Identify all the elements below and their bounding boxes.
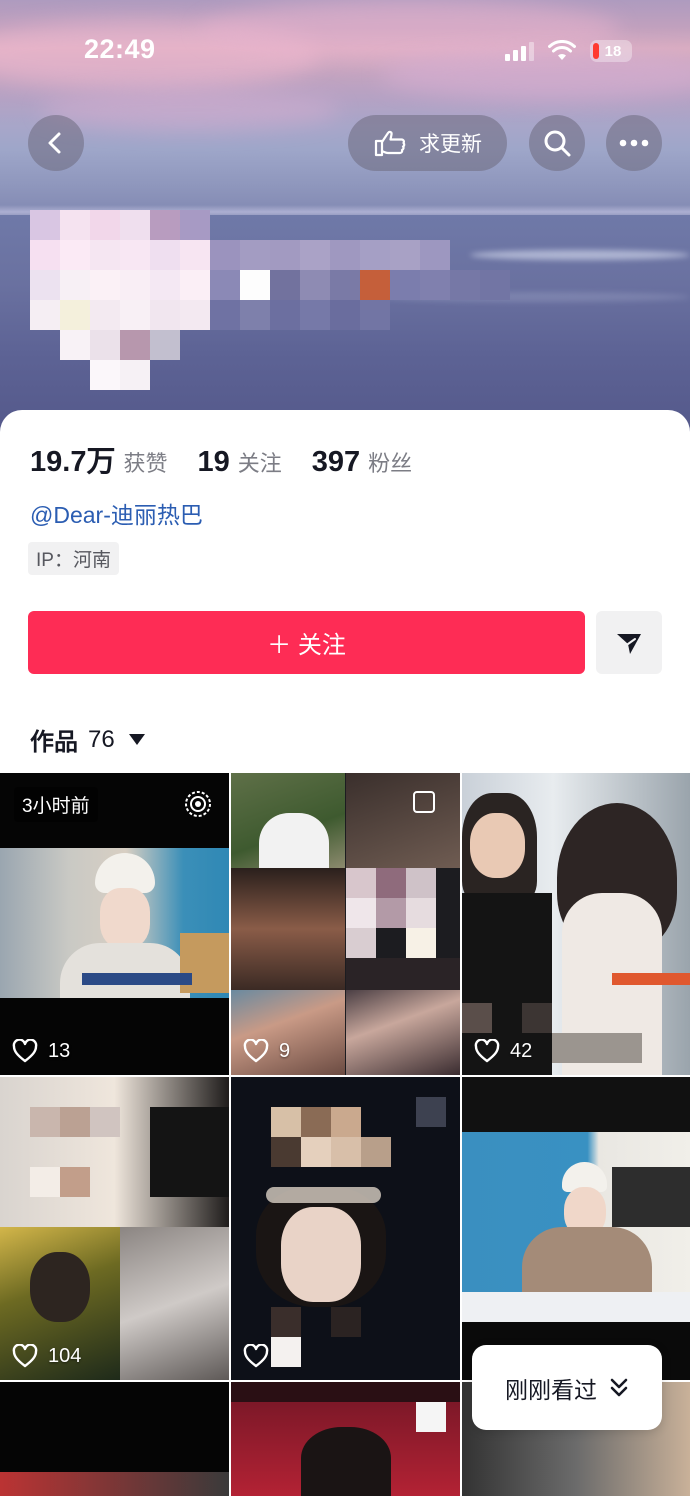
heart-icon [12, 1344, 38, 1368]
more-button[interactable] [606, 115, 662, 171]
search-button[interactable] [529, 115, 585, 171]
heart-icon [12, 1039, 38, 1063]
profile-handle[interactable]: @Dear-迪丽热巴 [30, 496, 203, 530]
recently-viewed-label: 刚刚看过 [505, 1376, 597, 1403]
video-tile[interactable]: 104 [0, 1077, 229, 1380]
double-chevron-down-icon [610, 1378, 628, 1396]
profile-cover [0, 0, 690, 440]
request-update-button[interactable]: 求更新 [348, 115, 507, 171]
caret-down-icon [128, 734, 145, 745]
like-count: 13 [12, 1039, 70, 1063]
stat-value: 19 [197, 446, 230, 478]
stat-label: 获赞 [123, 451, 168, 476]
live-icon [185, 791, 211, 817]
pointing-hand-icon [374, 130, 406, 157]
request-update-label: 求更新 [419, 133, 482, 156]
send-icon [617, 633, 641, 654]
cellular-signal-icon [505, 41, 534, 61]
heart-icon [243, 1344, 269, 1368]
video-tile[interactable]: 3小时前 13 [0, 773, 229, 1075]
like-count: 104 [12, 1344, 81, 1368]
stat-label: 粉丝 [368, 451, 413, 476]
recently-viewed-button[interactable]: 刚刚看过 [472, 1345, 662, 1430]
stat-value: 397 [311, 446, 361, 478]
battery-icon: 18 [590, 40, 632, 62]
like-count: 9 [243, 1039, 290, 1063]
like-count-value: 104 [48, 1344, 82, 1367]
video-tile[interactable]: 42 [462, 773, 690, 1075]
status-time: 22:49 [84, 34, 156, 64]
like-count [243, 1344, 279, 1368]
posted-time-badge: 3小时前 [14, 787, 98, 822]
like-count-value: 42 [510, 1039, 533, 1062]
video-tile[interactable]: 9 [231, 773, 460, 1075]
profile-stats: 19.7万 获赞 19 关注 397 粉丝 [30, 438, 412, 480]
like-count-value: 9 [279, 1039, 291, 1062]
stat-likes[interactable]: 19.7万 获赞 [30, 438, 167, 480]
video-tile[interactable] [0, 1382, 229, 1496]
stat-following[interactable]: 19 关注 [197, 446, 281, 479]
video-tile[interactable] [231, 1077, 460, 1380]
stat-value: 19.7万 [30, 446, 116, 478]
stat-label: 关注 [237, 451, 282, 476]
works-count: 76 [88, 725, 115, 753]
chevron-left-icon [48, 132, 61, 154]
heart-icon [474, 1039, 500, 1063]
more-icon [619, 139, 649, 147]
follow-label: ＋ 关注 [267, 632, 346, 659]
pixelated-avatar [0, 0, 690, 440]
follow-button[interactable]: ＋ 关注 [28, 611, 585, 674]
share-button[interactable] [596, 611, 662, 674]
back-button[interactable] [28, 115, 84, 171]
search-icon [544, 130, 571, 157]
profile-card: 19.7万 获赞 19 关注 397 粉丝 @Dear-迪丽热巴 IP：河南 ＋… [0, 410, 690, 775]
works-tab[interactable]: 作品 76 [30, 722, 145, 757]
status-icons: 18 [505, 37, 632, 65]
video-tile[interactable] [462, 1077, 690, 1380]
stat-followers[interactable]: 397 粉丝 [312, 446, 412, 479]
heart-icon [243, 1039, 269, 1063]
like-count: 42 [474, 1039, 532, 1063]
works-label: 作品 [30, 729, 78, 756]
wifi-icon [548, 40, 576, 60]
battery-level: 18 [604, 42, 622, 60]
ip-location-tag: IP：河南 [28, 542, 119, 575]
video-tile[interactable] [231, 1382, 460, 1496]
like-count-value: 13 [48, 1039, 71, 1062]
